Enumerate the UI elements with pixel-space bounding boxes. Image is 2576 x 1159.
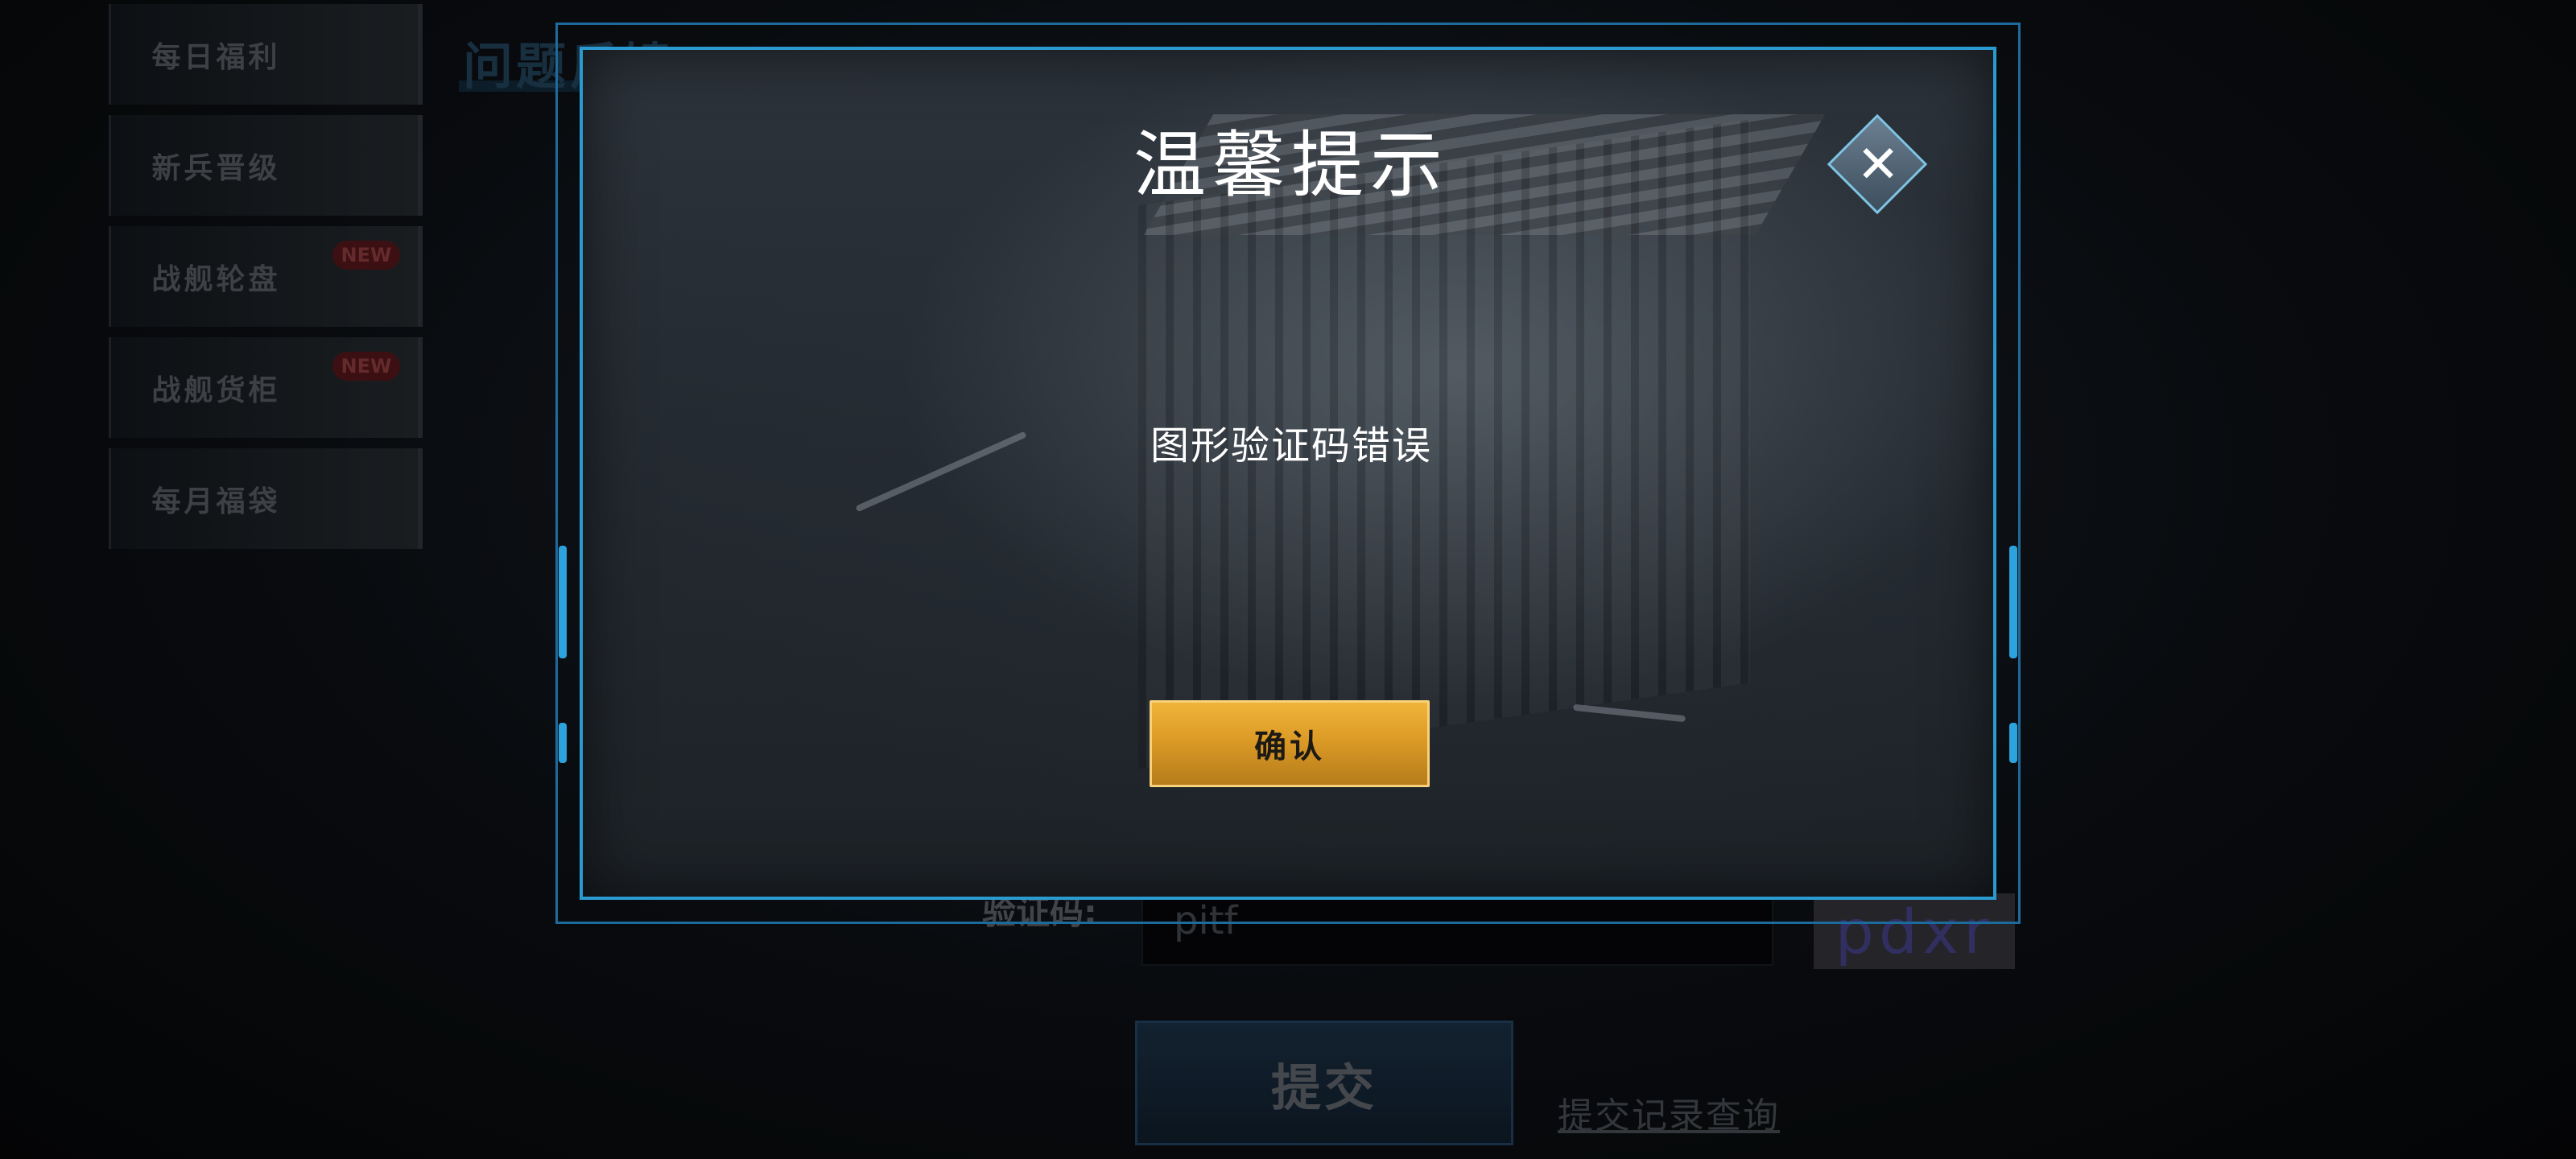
dialog-title: 温馨提示 bbox=[1133, 123, 1449, 208]
frame-accent bbox=[2009, 723, 2017, 763]
frame-accent bbox=[559, 546, 567, 658]
frame-accent bbox=[2009, 546, 2017, 658]
warm-tip-dialog: 温馨提示 图形验证码错误 bbox=[555, 23, 2021, 924]
confirm-label: 确认 bbox=[1254, 728, 1325, 765]
confirm-button[interactable]: 确认 bbox=[1150, 700, 1430, 787]
background-art bbox=[1572, 703, 1686, 723]
dialog-message: 图形验证码错误 bbox=[1150, 423, 1432, 468]
close-button[interactable]: ✕ bbox=[1827, 113, 1929, 216]
close-icon: ✕ bbox=[1856, 135, 1900, 195]
frame-accent bbox=[559, 723, 567, 763]
